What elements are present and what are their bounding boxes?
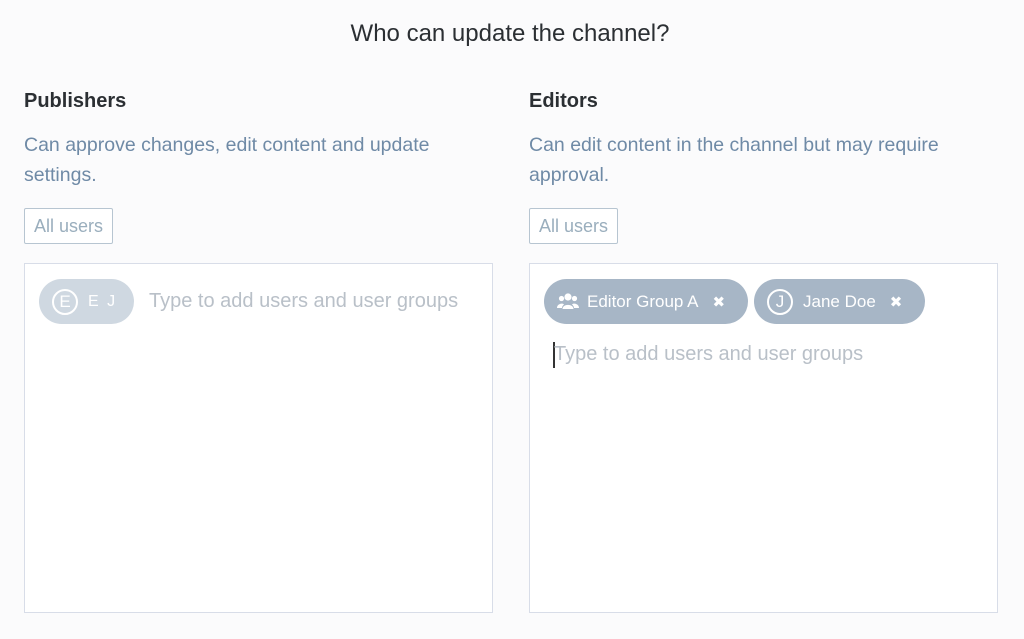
publishers-heading: Publishers [24, 90, 127, 112]
page-title: Who can update the channel? [350, 20, 670, 47]
publishers-all-users-button[interactable]: All users [24, 208, 114, 244]
users-group-icon [557, 292, 579, 312]
user-avatar-icon: J [767, 288, 793, 315]
editors-user-picker[interactable]: Editor Group A ✖ J Jane Doe ✖ Type to ad… [529, 263, 998, 613]
publishers-user-picker[interactable]: E E J Type to add users and user groups [24, 263, 493, 613]
editor-chip-group: Editor Group A ✖ [544, 279, 748, 324]
publishers-description: Can approve changes, edit content and up… [24, 134, 430, 186]
editors-section: Editors Can edit content in the channel … [529, 88, 999, 244]
editors-all-users-button[interactable]: All users [529, 208, 619, 244]
chip-label: Jane Doe [803, 291, 876, 311]
user-avatar-icon: E [52, 288, 78, 315]
chip-label: E J [88, 292, 118, 310]
editors-description: Can edit content in the channel but may … [529, 134, 939, 186]
publishers-search-input[interactable]: Type to add users and user groups [149, 290, 458, 313]
publishers-section: Publishers Can approve changes, edit con… [24, 88, 494, 244]
chip-label: Editor Group A [587, 291, 699, 311]
editors-heading: Editors [529, 90, 598, 112]
editors-search-input[interactable]: Type to add users and user groups [554, 343, 863, 366]
close-icon[interactable]: ✖ [890, 293, 903, 311]
close-icon[interactable]: ✖ [713, 293, 726, 311]
publisher-chip-ej: E E J [39, 279, 134, 324]
channel-permissions-page: Who can update the channel? Publishers C… [0, 0, 1024, 639]
editor-chip-jane-doe: J Jane Doe ✖ [754, 279, 925, 324]
